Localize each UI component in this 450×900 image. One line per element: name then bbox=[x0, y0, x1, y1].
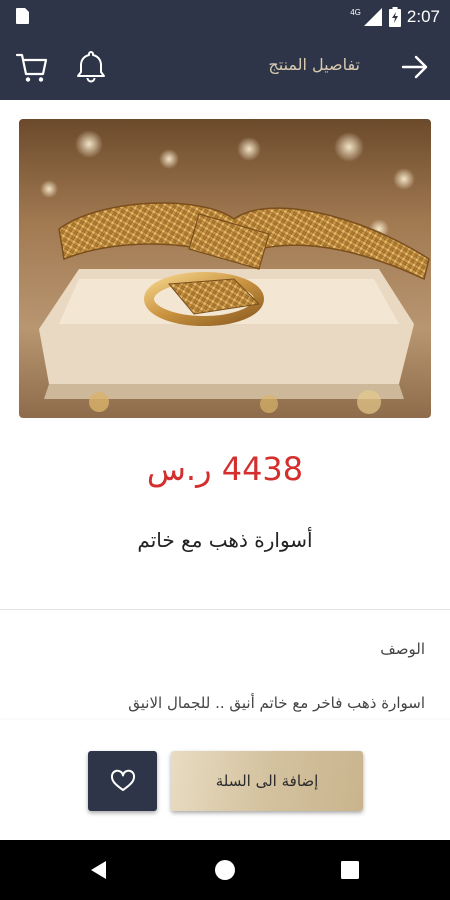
product-name: أسوارة ذهب مع خاتم bbox=[137, 528, 313, 552]
sim-card-icon bbox=[16, 8, 29, 24]
battery-icon bbox=[388, 7, 401, 27]
system-nav-bar bbox=[0, 840, 450, 900]
nav-back-icon[interactable] bbox=[88, 859, 110, 881]
signal-icon bbox=[363, 8, 382, 26]
back-arrow-icon[interactable] bbox=[400, 53, 430, 81]
description-label: الوصف bbox=[380, 640, 425, 658]
page-title: تفاصيل المنتج bbox=[268, 55, 360, 74]
add-to-cart-button[interactable]: إضافة الى السلة bbox=[171, 751, 363, 811]
favorite-button[interactable] bbox=[88, 751, 157, 811]
heart-icon bbox=[110, 769, 135, 791]
status-time: 2:07 bbox=[406, 7, 440, 26]
status-bar: 4G 2:07 bbox=[0, 0, 450, 33]
app-bar: تفاصيل المنتج bbox=[0, 33, 450, 100]
cart-icon[interactable] bbox=[14, 49, 50, 85]
product-price: 4438 ر.س bbox=[146, 450, 304, 488]
product-image bbox=[19, 119, 431, 418]
action-bar: إضافة الى السلة bbox=[0, 720, 450, 840]
bell-icon[interactable] bbox=[74, 48, 108, 84]
nav-home-icon[interactable] bbox=[214, 859, 236, 881]
network-label: 4G bbox=[350, 7, 361, 17]
description-text: اسوارة ذهب فاخر مع خاتم أنيق .. للجمال ا… bbox=[128, 694, 425, 712]
nav-recents-icon[interactable] bbox=[340, 860, 360, 880]
divider bbox=[0, 609, 450, 610]
